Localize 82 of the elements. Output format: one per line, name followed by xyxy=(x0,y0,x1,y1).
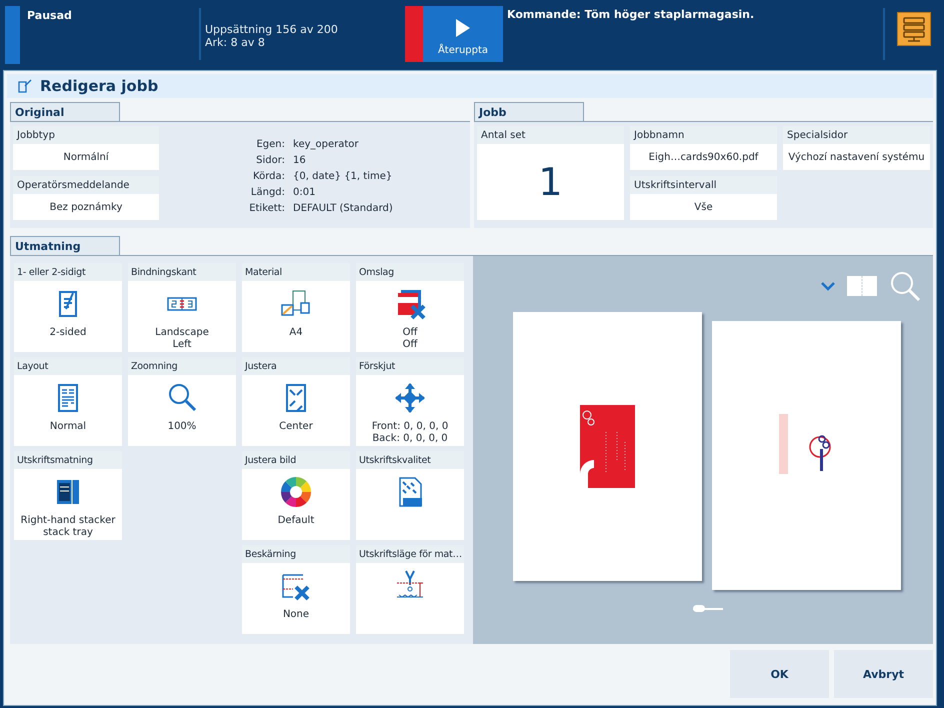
info-value: 16 xyxy=(293,154,307,168)
setting-value: None xyxy=(282,609,310,621)
setting-label: Utskriftskvalitet xyxy=(356,451,464,469)
field-value[interactable]: Bez poznámky xyxy=(13,194,159,220)
field-label: Jobbtyp xyxy=(13,126,159,144)
field-label: Operatörsmeddelande xyxy=(13,176,159,194)
setting-tile[interactable]: Normal xyxy=(14,375,122,446)
color-wheel-icon xyxy=(279,475,313,509)
setting-value: 100% xyxy=(168,421,196,433)
setting-label: Utskriftsläge för mat… xyxy=(356,545,464,563)
setting-value: Center xyxy=(279,421,313,433)
setting-label: Beskärning xyxy=(242,545,350,563)
resume-button[interactable]: Återuppta xyxy=(423,6,503,62)
setting-tile[interactable]: 2-sided xyxy=(14,281,122,352)
next-command: Kommande: Töm höger staplarmagasin. xyxy=(507,8,756,23)
setting-tile[interactable]: None xyxy=(242,563,350,634)
setting-label: Bindningskant xyxy=(128,263,236,281)
dialog-button[interactable]: Avbryt xyxy=(834,650,933,698)
field-value[interactable]: Eigh…cards90x60.pdf xyxy=(630,144,777,170)
section-tab[interactable]: Original xyxy=(10,102,120,121)
edit-icon xyxy=(17,78,33,94)
stop-indicator xyxy=(405,6,423,62)
info-value: {0, date} {1, time} xyxy=(293,170,393,184)
section-tab[interactable]: Utmatning xyxy=(10,236,120,255)
info-label: Längd: xyxy=(250,186,286,200)
setting-label: Zoomning xyxy=(128,357,236,375)
setting-label: 1- eller 2-sidigt xyxy=(14,263,122,281)
printer-state: Pausad xyxy=(27,9,73,24)
field-label: Utskriftsintervall xyxy=(630,176,777,194)
state-indicator xyxy=(5,6,20,64)
info-value: key_operator xyxy=(293,138,360,152)
setting-tile[interactable]: Right-hand stacker stack tray xyxy=(14,469,122,540)
setting-tile[interactable] xyxy=(356,469,464,540)
setting-label: Layout xyxy=(14,357,122,375)
setting-tile[interactable]: 100% xyxy=(128,375,236,446)
setting-label: Justera xyxy=(242,357,350,375)
info-value: 0:01 xyxy=(293,186,316,200)
setting-label: Utskriftsmatning xyxy=(14,451,122,469)
copies-value[interactable]: 1 xyxy=(477,144,624,220)
section-tab[interactable]: Jobb xyxy=(474,102,584,121)
field-label: Antal set xyxy=(477,126,624,144)
field-value[interactable]: Normální xyxy=(13,144,159,170)
field-value[interactable]: Vše xyxy=(630,194,777,220)
info-value: DEFAULT (Standard) xyxy=(293,202,393,216)
info-label: Körda: xyxy=(252,170,286,184)
setting-value: Off Off xyxy=(402,327,418,351)
setting-value: Default xyxy=(278,515,314,527)
setting-label: Omslag xyxy=(356,263,464,281)
dialog-button[interactable]: OK xyxy=(730,650,829,698)
book-view-icon[interactable] xyxy=(847,276,877,296)
chevron-down-icon[interactable] xyxy=(821,281,835,291)
setting-value: 2-sided xyxy=(50,327,86,339)
info-label: Sidor: xyxy=(255,154,286,168)
info-label: Etikett: xyxy=(249,202,286,216)
server-button[interactable] xyxy=(897,12,931,46)
setting-tile[interactable]: Off Off xyxy=(356,281,464,352)
dialog-title: Redigera jobb xyxy=(40,77,158,95)
progress-text: Uppsättning 156 av 200 xyxy=(205,23,339,36)
progress-text: Ark: 8 av 8 xyxy=(205,36,266,49)
setting-tile[interactable]: Center xyxy=(242,375,350,446)
server-icon xyxy=(902,16,926,42)
setting-tile[interactable] xyxy=(356,563,464,634)
setting-label: Justera bild xyxy=(242,451,350,469)
setting-tile[interactable]: Landscape Left xyxy=(128,281,236,352)
move-arrows-icon xyxy=(393,381,427,415)
setting-value: A4 xyxy=(289,327,303,339)
setting-label: Material xyxy=(242,263,350,281)
setting-value: Landscape Left xyxy=(155,327,209,351)
slider-thumb[interactable] xyxy=(693,605,705,612)
info-label: Egen: xyxy=(255,138,286,152)
setting-tile[interactable]: Front: 0, 0, 0, 0 Back: 0, 0, 0, 0 xyxy=(356,375,464,446)
setting-label: Förskjut xyxy=(356,357,464,375)
search-icon[interactable] xyxy=(889,270,921,302)
field-label: Specialsidor xyxy=(783,126,930,144)
setting-value: Normal xyxy=(50,421,86,433)
setting-tile[interactable]: A4 xyxy=(242,281,350,352)
setting-value: Right-hand stacker stack tray xyxy=(20,515,116,539)
play-icon xyxy=(456,19,470,37)
field-value[interactable]: Výchozí nastavení systému xyxy=(783,144,930,170)
setting-tile[interactable]: Default xyxy=(242,469,350,540)
setting-value: Front: 0, 0, 0, 0 Back: 0, 0, 0, 0 xyxy=(372,421,448,445)
field-label: Jobbnamn xyxy=(630,126,777,144)
